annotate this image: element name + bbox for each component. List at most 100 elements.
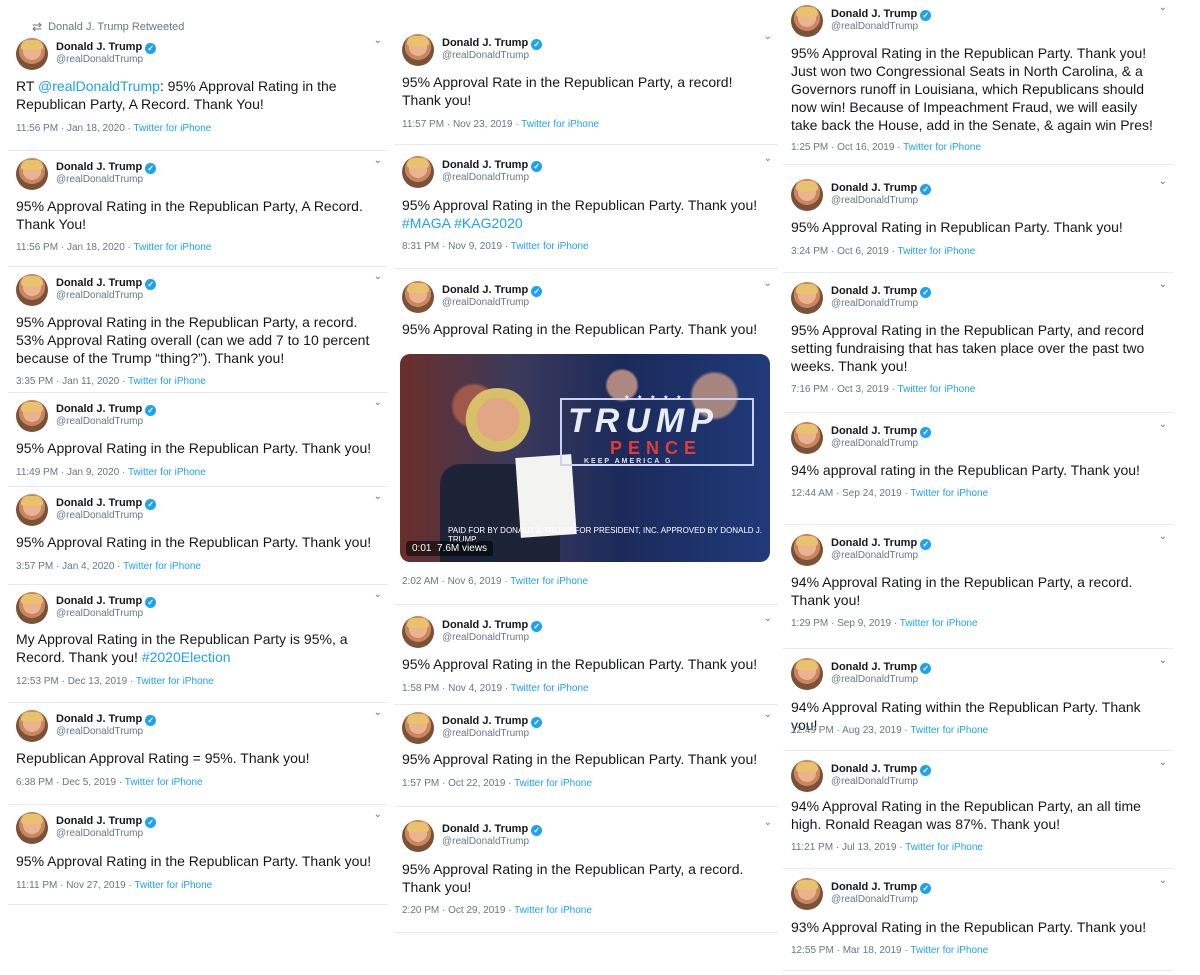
author-handle[interactable]: @realDonaldTrump [831, 21, 918, 32]
author-handle[interactable]: @realDonaldTrump [56, 608, 143, 619]
tweet-source[interactable]: Twitter for iPhone [134, 242, 212, 253]
tweet-source[interactable]: Twitter for iPhone [898, 384, 976, 395]
avatar[interactable] [791, 179, 823, 211]
author-handle[interactable]: @realDonaldTrump [442, 836, 529, 847]
tweet-timestamp[interactable]: 2:20 PM · Oct 29, 2019 [402, 905, 505, 916]
avatar[interactable] [16, 812, 48, 844]
author-name[interactable]: Donald J. Trump ✓ [831, 881, 932, 894]
author-name[interactable]: Donald J. Trump ✓ [442, 284, 543, 297]
author-handle[interactable]: @realDonaldTrump [831, 776, 918, 787]
tweet-card[interactable]: Donald J. Trump ✓ @realDonaldTrump ⌄ 94% App… [783, 526, 1173, 649]
tweet-timestamp[interactable]: 11:56 PM · Jan 18, 2020 [16, 123, 125, 134]
avatar[interactable] [16, 158, 48, 190]
tweet-card[interactable]: Donald J. Trump ✓ @realDonaldTrump ⌄ 95% App… [394, 12, 778, 145]
tweet-card[interactable]: Donald J. Trump ✓ @realDonaldTrump ⌄ 95% App… [394, 808, 778, 933]
author-name[interactable]: Donald J. Trump ✓ [56, 713, 157, 726]
tweet-timestamp[interactable]: 3:24 PM · Oct 6, 2019 [791, 246, 889, 257]
tweet-card[interactable]: Donald J. Trump ✓ @realDonaldTrump ⌄ 95% App… [394, 606, 778, 705]
author-name[interactable]: Donald J. Trump ✓ [442, 37, 543, 50]
chevron-down-icon[interactable]: ⌄ [374, 271, 382, 282]
tweet-card[interactable]: Donald J. Trump ✓ @realDonaldTrump ⌄ 95% App… [8, 488, 388, 585]
avatar[interactable] [16, 400, 48, 432]
avatar[interactable] [16, 710, 48, 742]
avatar[interactable] [402, 34, 434, 66]
tweet-source[interactable]: Twitter for iPhone [510, 576, 588, 587]
author-name[interactable]: Donald J. Trump ✓ [442, 619, 543, 632]
author-handle[interactable]: @realDonaldTrump [442, 297, 529, 308]
tweet-timestamp[interactable]: 11:49 PM · Jan 9, 2020 [16, 467, 119, 478]
tweet-card[interactable]: Donald J. Trump ✓ @realDonaldTrump ⌄ 95% App… [8, 268, 388, 393]
avatar[interactable] [402, 616, 434, 648]
author-handle[interactable]: @realDonaldTrump [831, 438, 918, 449]
avatar[interactable] [791, 5, 823, 37]
author-handle[interactable]: @realDonaldTrump [56, 828, 143, 839]
tweet-source[interactable]: Twitter for iPhone [511, 683, 589, 694]
chevron-down-icon[interactable]: ⌄ [1159, 279, 1167, 290]
chevron-down-icon[interactable]: ⌄ [1159, 655, 1167, 666]
chevron-down-icon[interactable]: ⌄ [374, 491, 382, 502]
tweet-source[interactable]: Twitter for iPhone [123, 561, 201, 572]
avatar[interactable] [16, 274, 48, 306]
tweet-timestamp[interactable]: 8:31 PM · Nov 9, 2019 [402, 241, 502, 252]
author-handle[interactable]: @realDonaldTrump [56, 290, 143, 301]
author-name[interactable]: Donald J. Trump ✓ [56, 161, 157, 174]
tweet-source[interactable]: Twitter for iPhone [910, 725, 988, 736]
tweet-source[interactable]: Twitter for iPhone [128, 376, 206, 387]
author-name[interactable]: Donald J. Trump ✓ [56, 595, 157, 608]
chevron-down-icon[interactable]: ⌄ [374, 35, 382, 46]
tweet-timestamp[interactable]: 1:25 PM · Oct 16, 2019 [791, 142, 894, 153]
avatar[interactable] [791, 878, 823, 910]
avatar[interactable] [16, 592, 48, 624]
avatar[interactable] [402, 156, 434, 188]
chevron-down-icon[interactable]: ⌄ [374, 589, 382, 600]
tweet-card[interactable]: Donald J. Trump ✓ @realDonaldTrump ⌄ 95% App… [8, 152, 388, 267]
chevron-down-icon[interactable]: ⌄ [374, 155, 382, 166]
tweet-card[interactable]: Donald J. Trump ✓ @realDonaldTrump ⌄ 94% App… [783, 752, 1173, 869]
author-handle[interactable]: @realDonaldTrump [831, 298, 918, 309]
author-name[interactable]: Donald J. Trump ✓ [56, 403, 157, 416]
avatar[interactable] [16, 494, 48, 526]
tweet-card[interactable]: Donald J. Trump ✓ @realDonaldTrump ⌄ 95% App… [783, 0, 1173, 165]
author-name[interactable]: Donald J. Trump ✓ [831, 537, 932, 550]
tweet-card[interactable]: Donald J. Trump ✓ @realDonaldTrump ⌄ 93% App… [783, 870, 1173, 971]
tweet-source[interactable]: Twitter for iPhone [136, 676, 214, 687]
tweet-source[interactable]: Twitter for iPhone [903, 142, 981, 153]
tweet-card[interactable]: Donald J. Trump ✓ @realDonaldTrump ⌄ 95% App… [8, 394, 388, 487]
tweet-card[interactable]: Donald J. Trump ✓ @realDonaldTrump ⌄ 95% App… [783, 166, 1173, 273]
tweet-timestamp[interactable]: 1:29 PM · Sep 9, 2019 [791, 618, 891, 629]
author-handle[interactable]: @realDonaldTrump [831, 894, 918, 905]
tweet-source[interactable]: Twitter for iPhone [910, 945, 988, 956]
tweet-timestamp[interactable]: 6:38 PM · Dec 5, 2019 [16, 777, 116, 788]
tweet-source[interactable]: Twitter for iPhone [910, 488, 988, 499]
tweet-timestamp[interactable]: 7:16 PM · Oct 3, 2019 [791, 384, 889, 395]
avatar[interactable] [402, 712, 434, 744]
tweet-card[interactable]: Donald J. Trump ✓ @realDonaldTrump ⌄ 95% App… [394, 706, 778, 807]
tweet-timestamp[interactable]: 12:44 AM · Sep 24, 2019 [791, 488, 902, 499]
author-name[interactable]: Donald J. Trump ✓ [56, 41, 157, 54]
chevron-down-icon[interactable]: ⌄ [764, 278, 772, 289]
chevron-down-icon[interactable]: ⌄ [1159, 531, 1167, 542]
chevron-down-icon[interactable]: ⌄ [374, 809, 382, 820]
author-name[interactable]: Donald J. Trump ✓ [56, 497, 157, 510]
author-name[interactable]: Donald J. Trump ✓ [831, 8, 932, 21]
chevron-down-icon[interactable]: ⌄ [1159, 875, 1167, 886]
author-name[interactable]: Donald J. Trump ✓ [831, 425, 932, 438]
author-handle[interactable]: @realDonaldTrump [442, 50, 529, 61]
tweet-source[interactable]: Twitter for iPhone [521, 119, 599, 130]
tweet-card[interactable]: Donald J. Trump ✓ @realDonaldTrump ⌄ 95% App… [394, 146, 778, 269]
tweet-source[interactable]: Twitter for iPhone [134, 880, 212, 891]
author-name[interactable]: Donald J. Trump ✓ [442, 159, 543, 172]
author-handle[interactable]: @realDonaldTrump [442, 728, 529, 739]
author-handle[interactable]: @realDonaldTrump [831, 550, 918, 561]
author-handle[interactable]: @realDonaldTrump [831, 674, 918, 685]
chevron-down-icon[interactable]: ⌄ [764, 31, 772, 42]
avatar[interactable] [791, 422, 823, 454]
tweet-timestamp[interactable]: 1:57 PM · Oct 22, 2019 [402, 778, 505, 789]
tweet-timestamp[interactable]: 12:55 PM · Mar 18, 2019 [791, 945, 902, 956]
chevron-down-icon[interactable]: ⌄ [374, 397, 382, 408]
chevron-down-icon[interactable]: ⌄ [1159, 176, 1167, 187]
author-handle[interactable]: @realDonaldTrump [442, 632, 529, 643]
author-name[interactable]: Donald J. Trump ✓ [442, 715, 543, 728]
author-handle[interactable]: @realDonaldTrump [56, 54, 143, 65]
tweet-timestamp[interactable]: 11:21 PM · Jul 13, 2019 [791, 842, 896, 853]
